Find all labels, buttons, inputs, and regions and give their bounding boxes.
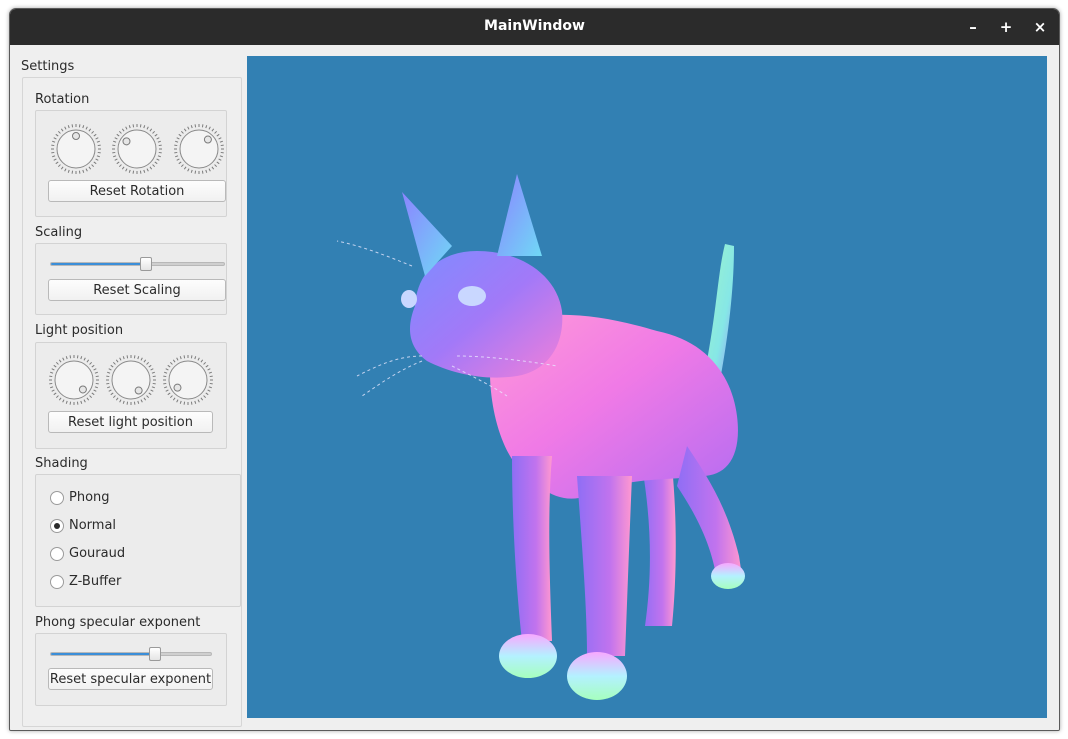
rotation-z-dial[interactable]	[173, 123, 225, 175]
light-position-label: Light position	[35, 323, 124, 338]
cat-model	[336, 174, 745, 700]
shading-normal-label: Normal	[69, 518, 117, 533]
minimize-icon: –	[969, 18, 977, 36]
shading-phong-label: Phong	[69, 490, 110, 505]
main-window: MainWindow – + × Settings Rotation Reset…	[9, 8, 1060, 731]
specular-slider-handle[interactable]	[149, 647, 162, 661]
shading-zbuffer-label: Z-Buffer	[69, 574, 122, 589]
specular-exponent-slider[interactable]	[50, 646, 212, 662]
settings-panel: Rotation Reset Rotation Scaling Reset Sc…	[22, 77, 242, 727]
shading-label: Shading	[35, 456, 88, 471]
title-bar[interactable]: MainWindow – + ×	[10, 9, 1059, 45]
specular-slider-track	[50, 652, 212, 656]
reset-rotation-button[interactable]: Reset Rotation	[48, 180, 226, 202]
light-position-group: Reset light position	[35, 342, 227, 449]
shading-group: Phong Normal Gouraud Z-Buffer	[35, 474, 241, 607]
specular-slider-fill	[51, 653, 157, 655]
reset-light-position-button[interactable]: Reset light position	[48, 411, 213, 433]
scaling-slider[interactable]	[50, 256, 225, 272]
light-y-dial[interactable]	[105, 354, 157, 406]
reset-scaling-button[interactable]: Reset Scaling	[48, 279, 226, 301]
rotation-y-dial[interactable]	[111, 123, 163, 175]
dial-knob[interactable]	[117, 129, 157, 169]
specular-exponent-group: Reset specular exponent	[35, 633, 227, 706]
scaling-group: Reset Scaling	[35, 243, 227, 315]
light-z-dial[interactable]	[162, 354, 214, 406]
dial-knob[interactable]	[168, 360, 208, 400]
scaling-slider-handle[interactable]	[140, 257, 153, 271]
dial-knob[interactable]	[179, 129, 219, 169]
rotation-label: Rotation	[35, 92, 90, 107]
window-title: MainWindow	[484, 18, 585, 34]
dial-indicator	[122, 137, 131, 146]
shading-phong-radio[interactable]	[50, 491, 64, 505]
light-x-dial[interactable]	[48, 354, 100, 406]
scaling-label: Scaling	[35, 225, 83, 240]
shading-normal-radio[interactable]	[50, 519, 64, 533]
shading-gouraud-label: Gouraud	[69, 546, 126, 561]
maximize-icon: +	[999, 18, 1013, 36]
specular-exponent-label: Phong specular exponent	[35, 615, 201, 630]
dial-indicator	[78, 385, 87, 394]
close-icon: ×	[1033, 18, 1047, 36]
dial-indicator	[203, 135, 212, 144]
dial-indicator	[134, 386, 143, 395]
rotation-group: Reset Rotation	[35, 110, 227, 217]
dial-indicator	[72, 132, 80, 140]
reset-specular-exponent-button[interactable]: Reset specular exponent	[48, 668, 213, 690]
minimize-button[interactable]: –	[963, 17, 983, 37]
dial-knob[interactable]	[54, 360, 94, 400]
dial-indicator	[173, 383, 182, 392]
render-viewport[interactable]	[247, 56, 1047, 718]
maximize-button[interactable]: +	[996, 17, 1016, 37]
shading-gouraud-radio[interactable]	[50, 547, 64, 561]
dial-knob[interactable]	[111, 360, 151, 400]
settings-title: Settings	[21, 59, 75, 74]
scaling-slider-fill	[51, 263, 148, 265]
client-area: Settings Rotation Reset Rotation Scaling…	[10, 45, 1059, 730]
close-button[interactable]: ×	[1030, 17, 1050, 37]
shading-zbuffer-radio[interactable]	[50, 575, 64, 589]
scaling-slider-track	[50, 262, 225, 266]
rotation-x-dial[interactable]	[50, 123, 102, 175]
